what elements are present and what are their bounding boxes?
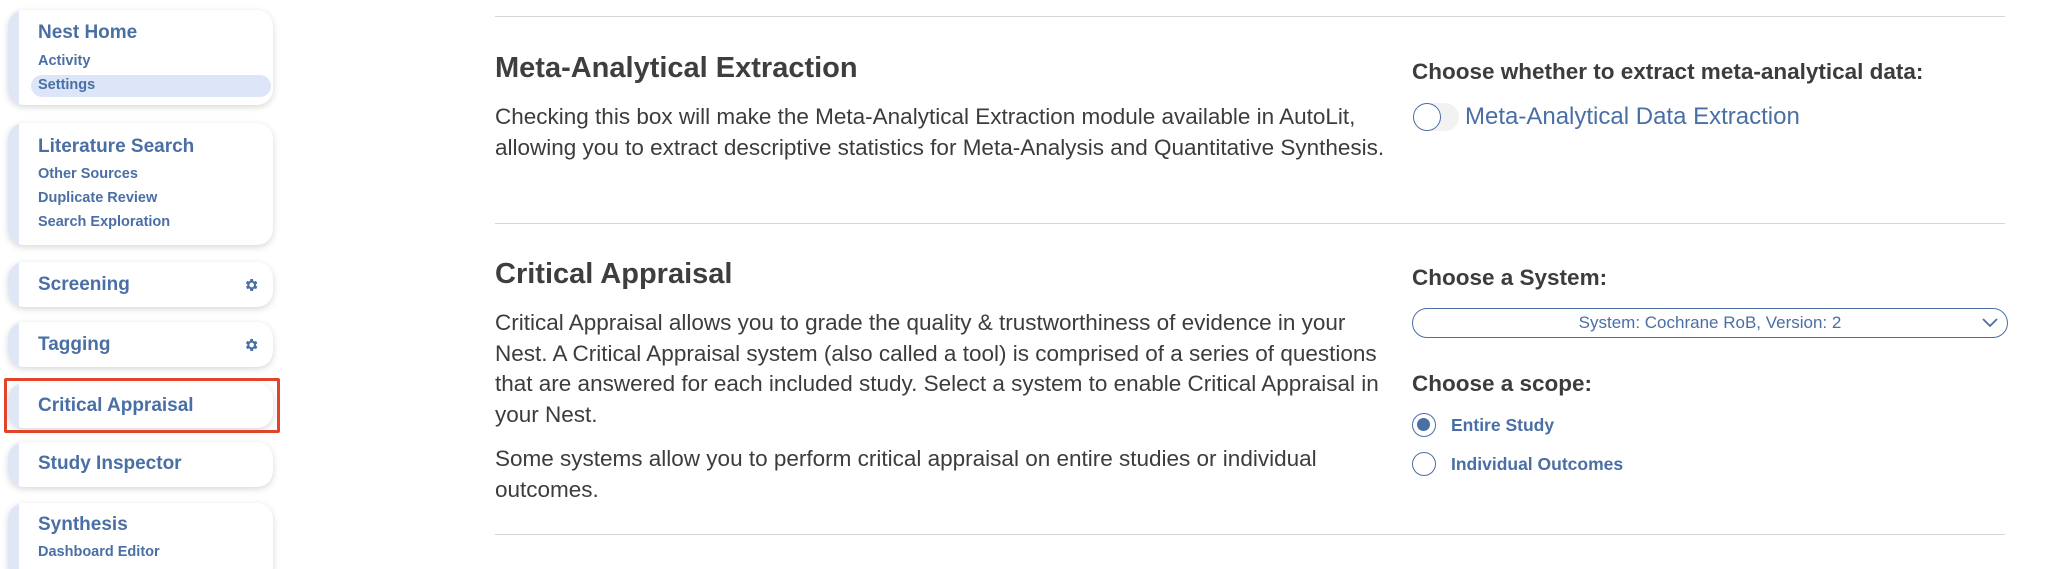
- sidebar-subitem-search-exploration[interactable]: Search Exploration: [38, 214, 170, 230]
- sidebar-subitem-dashboard-editor[interactable]: Dashboard Editor: [38, 544, 160, 560]
- sidebar-card-literature-search: Literature Search Other Sources Duplicat…: [8, 123, 273, 245]
- sidebar-card-nest-home: Nest Home Activity Settings: [8, 10, 273, 105]
- section-divider: [495, 534, 2005, 535]
- critical-appraisal-scope-description: Some systems allow you to perform critic…: [495, 446, 1317, 502]
- sidebar-subitem-activity[interactable]: Activity: [38, 53, 90, 69]
- sidebar-subitem-duplicate-review[interactable]: Duplicate Review: [38, 190, 157, 206]
- choose-system-label: Choose a System:: [1412, 265, 1608, 290]
- sidebar-item-literature-search[interactable]: Literature Search: [38, 136, 194, 158]
- highlight-box: [4, 378, 280, 433]
- sidebar-subitem-settings[interactable]: Settings: [38, 77, 95, 93]
- sidebar-item-synthesis[interactable]: Synthesis: [38, 514, 128, 536]
- gear-icon[interactable]: [243, 277, 259, 293]
- sidebar-item-tagging[interactable]: Tagging: [38, 334, 110, 356]
- system-select-value: System: Cochrane RoB, Version: 2: [1578, 313, 1842, 332]
- sidebar-item-screening[interactable]: Screening: [38, 274, 130, 296]
- critical-appraisal-description: Critical Appraisal allows you to grade t…: [495, 310, 1379, 427]
- scope-label-individual-outcomes[interactable]: Individual Outcomes: [1451, 454, 1623, 475]
- meta-analytical-toggle-label[interactable]: Meta-Analytical Data Extraction: [1465, 103, 1800, 131]
- sidebar-card-screening[interactable]: Screening: [8, 262, 273, 307]
- chevron-down-icon: [1982, 318, 1998, 328]
- scope-label-entire-study[interactable]: Entire Study: [1451, 415, 1554, 436]
- scope-radio-entire-study[interactable]: [1412, 413, 1436, 437]
- section-divider: [495, 16, 2005, 17]
- system-select[interactable]: System: Cochrane RoB, Version: 2: [1412, 308, 2008, 338]
- sidebar: Nest Home Activity Settings Literature S…: [0, 0, 290, 569]
- sidebar-item-nest-home[interactable]: Nest Home: [38, 22, 137, 44]
- meta-analytical-title: Meta-Analytical Extraction: [495, 52, 858, 84]
- meta-analytical-toggle[interactable]: [1413, 103, 1459, 131]
- sidebar-card-tagging[interactable]: Tagging: [8, 322, 273, 367]
- sidebar-card-study-inspector[interactable]: Study Inspector: [8, 442, 273, 487]
- sidebar-item-study-inspector[interactable]: Study Inspector: [38, 453, 182, 475]
- gear-icon[interactable]: [243, 337, 259, 353]
- critical-appraisal-title: Critical Appraisal: [495, 258, 733, 290]
- scope-radio-individual-outcomes[interactable]: [1412, 452, 1436, 476]
- meta-analytical-description: Checking this box will make the Meta-Ana…: [495, 104, 1385, 160]
- section-divider: [495, 223, 2005, 224]
- choose-scope-label: Choose a scope:: [1412, 371, 1593, 396]
- meta-analytical-choose-label: Choose whether to extract meta-analytica…: [1412, 59, 1924, 84]
- sidebar-card-synthesis: Synthesis Dashboard Editor: [8, 503, 273, 569]
- sidebar-subitem-other-sources[interactable]: Other Sources: [38, 166, 138, 182]
- toggle-knob: [1413, 103, 1441, 131]
